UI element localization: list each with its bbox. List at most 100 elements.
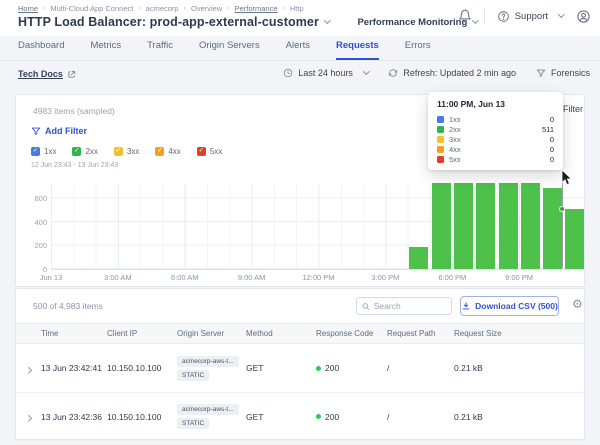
forensics-button[interactable]: Forensics: [536, 68, 590, 78]
checkbox-1xx-box: [31, 147, 40, 156]
cell-request-size: 0.21 kB: [454, 363, 584, 373]
cell-request-path: /: [387, 412, 454, 422]
row-expand-chevron-icon[interactable]: [26, 408, 36, 426]
tab-traffic[interactable]: Traffic: [147, 40, 173, 60]
checkbox-3xx-box: [114, 147, 123, 156]
chart-bar-2xx[interactable]: [476, 183, 495, 269]
tooltip-value: 0: [550, 155, 554, 164]
breadcrumb-acmecorp[interactable]: acmecorp: [146, 4, 179, 13]
table-row[interactable]: 13 Jun 23:42:41 10.150.10.100 acmecorp-a…: [16, 344, 584, 393]
tab-errors[interactable]: Errors: [405, 40, 431, 60]
search-input[interactable]: [374, 301, 446, 311]
checkbox-5xx[interactable]: 5xx: [197, 147, 222, 156]
legend-swatch-1xx: [437, 116, 444, 123]
table-row[interactable]: 13 Jun 23:42:36 10.150.10.100 acmecorp-a…: [16, 393, 584, 441]
col-request-path[interactable]: Request Path: [387, 329, 454, 338]
breadcrumb-performance[interactable]: Performance: [235, 4, 278, 13]
chart-bar-2xx[interactable]: [543, 188, 562, 269]
cell-request-path: /: [387, 363, 454, 373]
chart-bar-2xx[interactable]: [454, 183, 473, 269]
time-range-label: Last 24 hours: [298, 68, 353, 78]
cell-request-size: 0.21 kB: [454, 412, 584, 422]
time-range-chevron-down-icon: [363, 68, 369, 74]
checkbox-3xx[interactable]: 3xx: [114, 147, 139, 156]
cell-client-ip: 10.150.10.100: [107, 412, 177, 422]
cell-response-code: 200: [316, 363, 387, 373]
user-menu[interactable]: [576, 9, 600, 24]
tab-dashboard[interactable]: Dashboard: [18, 40, 64, 60]
support-menu[interactable]: Support: [497, 10, 564, 23]
checkbox-5xx-label: 5xx: [210, 147, 222, 156]
refresh-button[interactable]: Refresh: Updated 2 min ago: [388, 68, 516, 78]
col-origin-server[interactable]: Origin Server: [177, 329, 246, 338]
cell-method: GET: [246, 363, 316, 373]
requests-bar-chart[interactable]: [51, 184, 586, 270]
chart-filter-button[interactable]: Filter: [563, 104, 583, 114]
y-tick-label: 400: [34, 218, 47, 227]
checkbox-1xx[interactable]: 1xx: [31, 147, 56, 156]
chart-bar-2xx[interactable]: [565, 209, 584, 269]
tech-docs-link[interactable]: Tech Docs: [18, 69, 76, 79]
breadcrumb-home[interactable]: Home: [18, 4, 38, 13]
chart-bar-2xx[interactable]: [521, 183, 540, 269]
breadcrumb-overview[interactable]: Overview: [191, 4, 222, 13]
tooltip-row-5xx: 5xx0: [437, 154, 554, 164]
tab-metrics[interactable]: Metrics: [90, 40, 121, 60]
col-method[interactable]: Method: [246, 329, 316, 338]
col-time[interactable]: Time: [41, 329, 107, 338]
checkbox-4xx-label: 4xx: [168, 147, 180, 156]
checkbox-1xx-label: 1xx: [44, 147, 56, 156]
chart-bar-2xx[interactable]: [432, 183, 451, 269]
checkbox-4xx-box: [155, 147, 164, 156]
tooltip-row-1xx: 1xx 0: [437, 114, 554, 124]
row-expand-chevron-icon[interactable]: [26, 359, 36, 377]
refresh-label: Refresh: Updated 2 min ago: [403, 68, 516, 78]
breadcrumb-multicloud[interactable]: Multi-Cloud App Connect: [50, 4, 133, 13]
tab-bar: Dashboard Metrics Traffic Origin Servers…: [0, 36, 600, 61]
status-class-filter-row: 1xx 2xx 3xx 4xx 5xx: [31, 147, 222, 156]
col-request-size[interactable]: Request Size: [454, 329, 584, 338]
tooltip-value: 0: [550, 115, 554, 124]
user-avatar-icon: [576, 9, 591, 24]
table-search[interactable]: [356, 297, 452, 315]
tooltip-title: 11:00 PM, Jun 13: [437, 99, 554, 109]
chart-y-axis: 0200400600: [16, 184, 47, 270]
tooltip-row-3xx: 3xx0: [437, 134, 554, 144]
checkbox-2xx[interactable]: 2xx: [72, 147, 97, 156]
cell-client-ip: 10.150.10.100: [107, 363, 177, 373]
chart-bar-2xx[interactable]: [499, 183, 518, 269]
x-tick-label: 12:00 PM: [302, 273, 334, 282]
col-response-code[interactable]: Response Code: [316, 329, 387, 338]
checkbox-4xx[interactable]: 4xx: [155, 147, 180, 156]
col-client-ip[interactable]: Client IP: [107, 329, 177, 338]
breadcrumb-separator: ›: [138, 5, 140, 12]
download-csv-button[interactable]: Download CSV (500): [460, 296, 559, 316]
tooltip-row-4xx: 4xx0: [437, 144, 554, 154]
add-filter-label: Add Filter: [45, 126, 87, 136]
breadcrumb: Home› Multi-Cloud App Connect› acmecorp›…: [18, 4, 304, 13]
download-csv-label: Download CSV (500): [475, 301, 558, 311]
x-tick-label: 3:00 PM: [371, 273, 399, 282]
x-tick-label: Jun 13: [40, 273, 63, 282]
tooltip-label: 1xx: [449, 115, 461, 124]
chart-bar-2xx[interactable]: [409, 247, 428, 269]
time-range-selector[interactable]: Last 24 hours: [283, 68, 368, 78]
title-chevron-down-icon[interactable]: [324, 17, 330, 23]
breadcrumb-separator: ›: [227, 5, 229, 12]
cell-response-code: 200: [316, 412, 387, 422]
status-ok-dot-icon: [316, 414, 321, 419]
x-tick-label: 6:00 AM: [171, 273, 199, 282]
tab-requests[interactable]: Requests: [336, 40, 379, 60]
add-filter-button[interactable]: Add Filter: [31, 126, 87, 136]
origin-server-badge: acmecorp-aws-t...: [177, 404, 239, 415]
notifications-bell-icon[interactable]: [458, 9, 472, 23]
table-header-row: Time Client IP Origin Server Method Resp…: [16, 323, 584, 344]
table-settings-gear-icon[interactable]: ⚙: [572, 298, 583, 310]
mouse-cursor-icon: [561, 170, 573, 186]
tooltip-row-2xx: 2xx511: [437, 124, 554, 134]
chart-hover-marker-dot: [559, 206, 565, 212]
tab-origin-servers[interactable]: Origin Servers: [199, 40, 260, 60]
chart-date-range: 12 Jun 23:43 - 13 Jun 23:43: [31, 162, 118, 169]
tab-alerts[interactable]: Alerts: [286, 40, 310, 60]
y-tick-label: 200: [34, 241, 47, 250]
